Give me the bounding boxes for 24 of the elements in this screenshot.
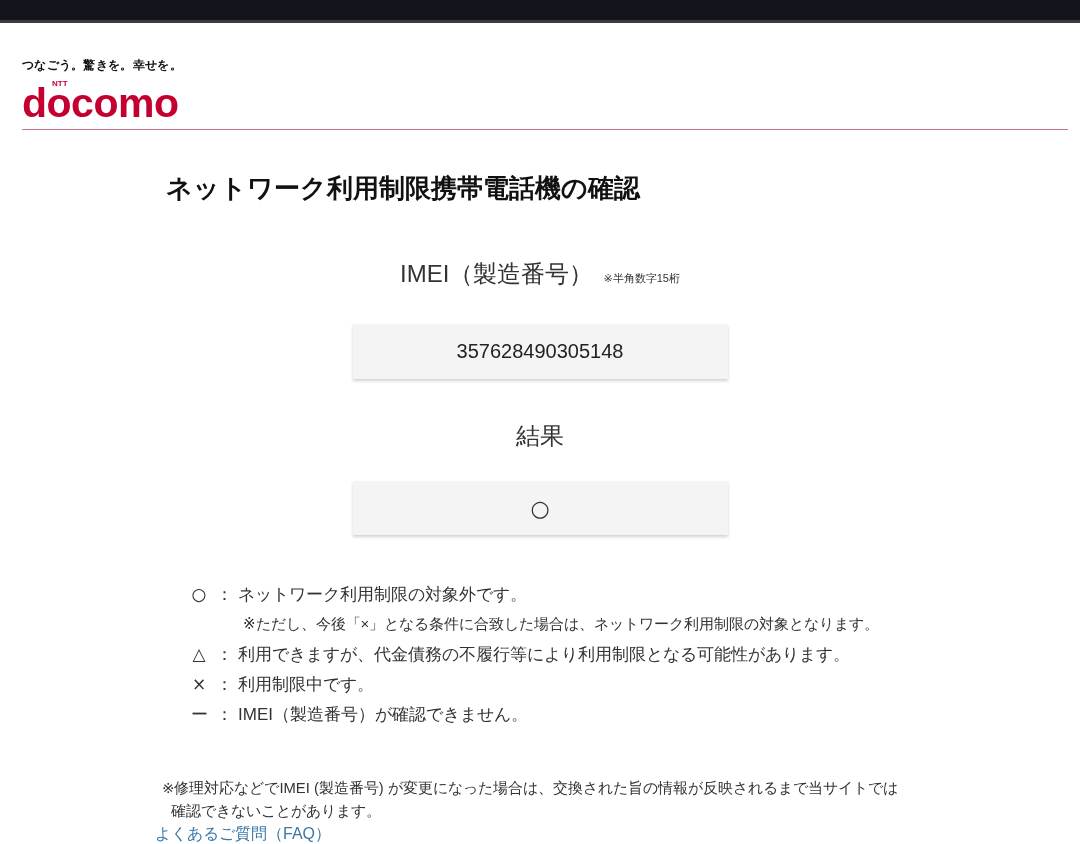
imei-label: IMEI（製造番号）: [400, 259, 594, 289]
legend-text: 利用制限中です。: [238, 673, 374, 696]
legend-separator: ：: [215, 583, 233, 606]
imei-input-field[interactable]: 357628490305148: [352, 324, 728, 379]
legend-separator: ：: [215, 703, 233, 726]
faq-link[interactable]: よくあるご質問（FAQ）: [155, 824, 331, 843]
result-field: ○: [352, 481, 728, 535]
legend-symbol: ー: [190, 702, 208, 726]
legend-text: IMEI（製造番号）が確認できません。: [238, 703, 528, 726]
legend-symbol: △: [192, 644, 206, 664]
legend-text: 利用できますが、代金債務の不履行等により利用制限となる可能性があります。: [238, 643, 850, 666]
legend-separator: ：: [215, 673, 233, 696]
tagline: つなごう。驚きを。幸せを。: [22, 58, 182, 73]
page-title: ネットワーク利用制限携帯電話機の確認: [166, 173, 640, 203]
legend-symbol: ×: [191, 674, 207, 694]
logo-small-text: NTT: [52, 80, 68, 88]
logo-wordmark[interactable]: docomo: [22, 88, 179, 118]
legend-symbol: ○: [191, 584, 207, 604]
legend-separator: ：: [215, 643, 233, 666]
footnote: ※修理対応などでIMEI (製造番号) が変更になった場合は、交換された旨の情報が反映されるまで当サイトでは確認できないことがあります。: [162, 779, 899, 821]
imei-hint: ※半角数字15桁: [603, 271, 680, 286]
result-label: 結果: [516, 421, 564, 451]
legend-note: ※ただし、今後「×」となる条件に合致した場合は、ネットワーク利用制限の対象となります。: [243, 613, 880, 634]
legend-text: ネットワーク利用制限の対象外です。: [238, 583, 527, 606]
